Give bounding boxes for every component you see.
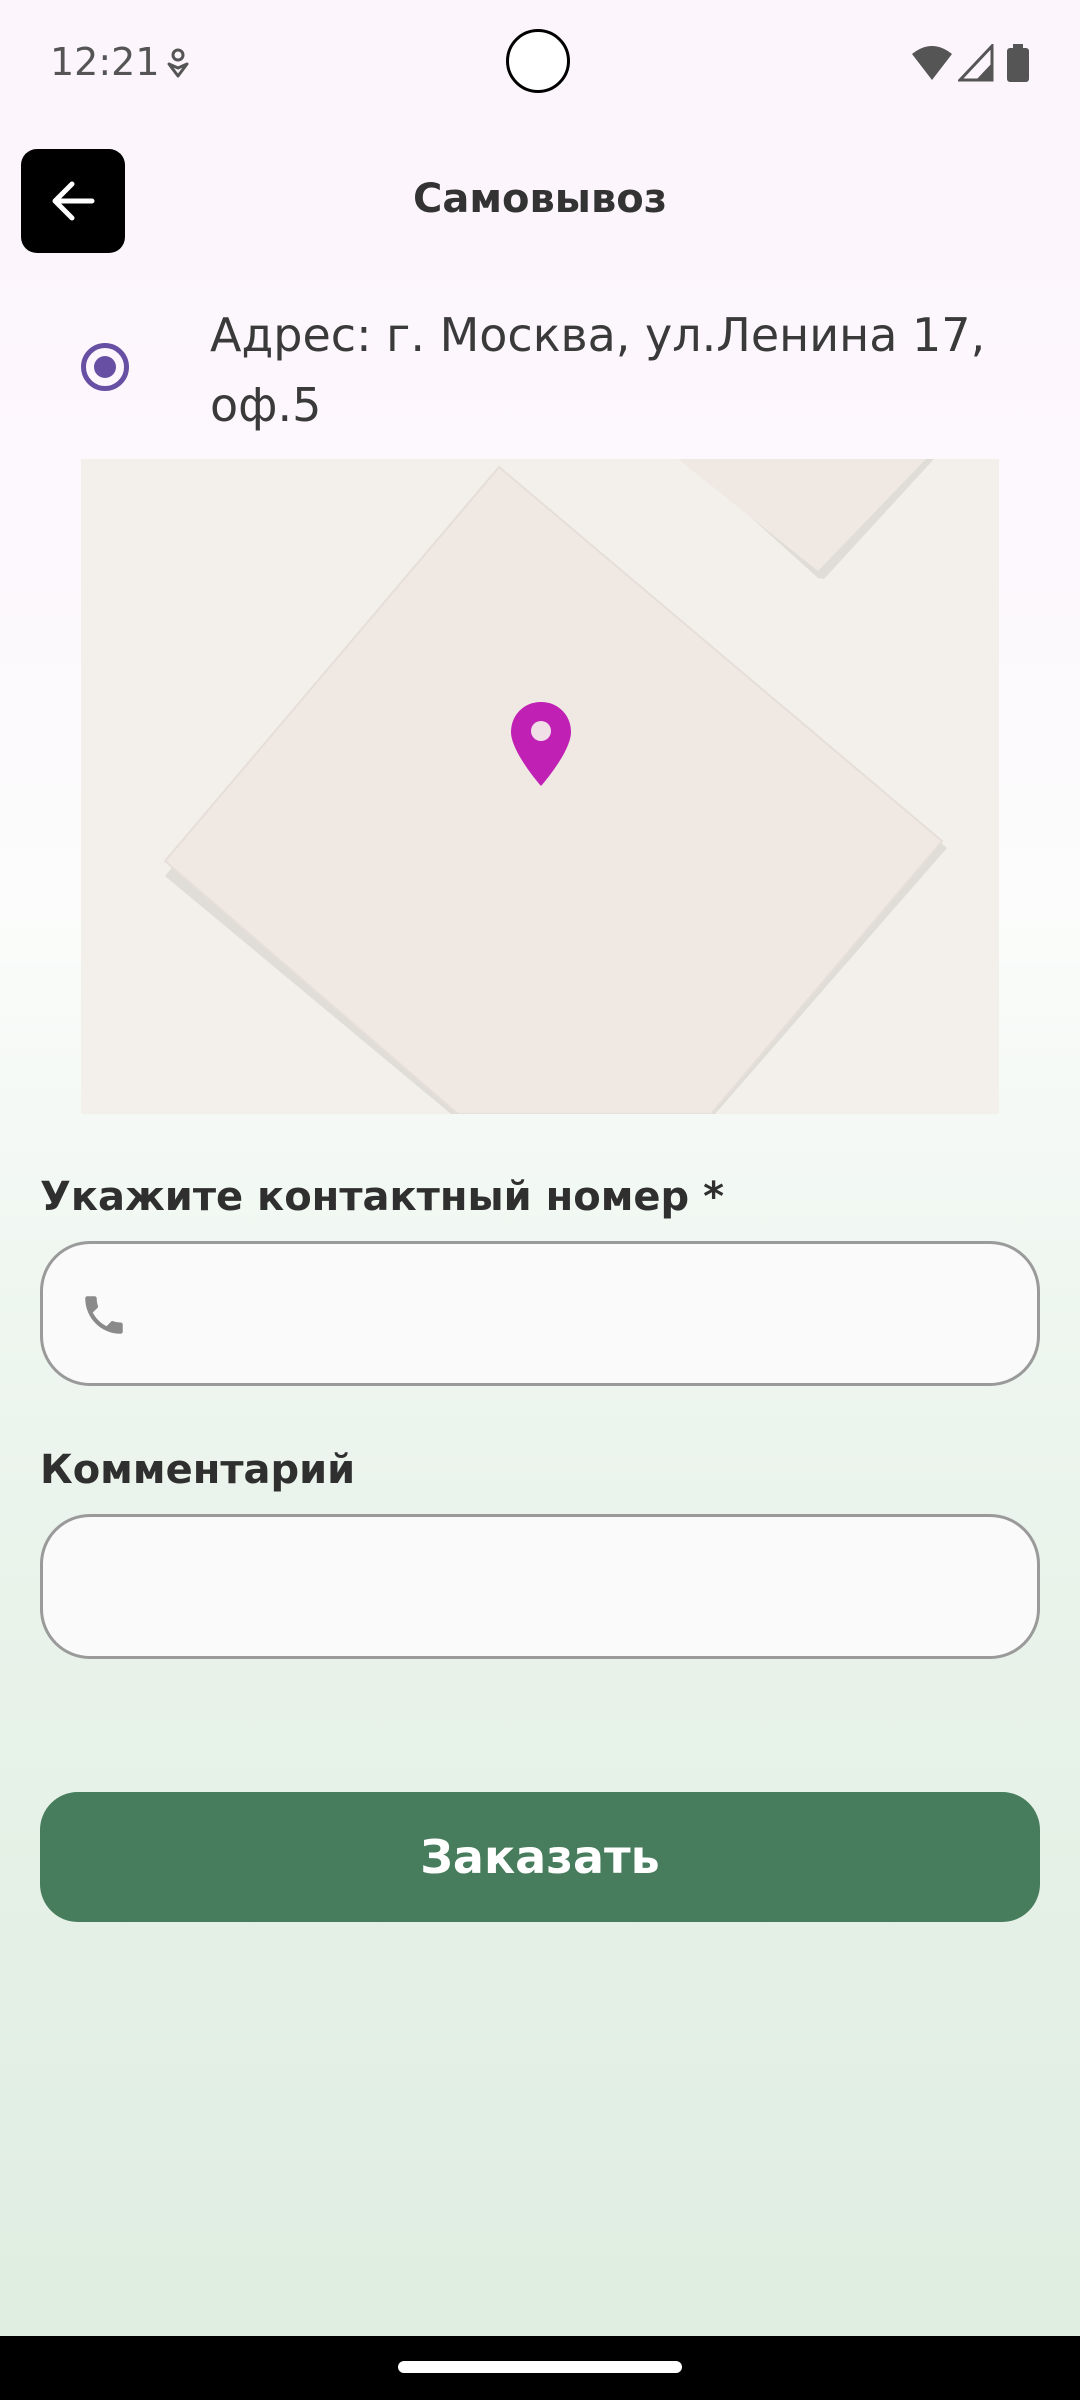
- status-icons: [910, 44, 1040, 84]
- location-pin-icon: [509, 700, 573, 788]
- address-radio-button[interactable]: [81, 343, 129, 391]
- order-button[interactable]: Заказать: [40, 1792, 1040, 1922]
- notification-icon: [165, 48, 191, 78]
- pickup-address-option[interactable]: Адрес: г. Москва, ул.Ленина 17, оф.5: [0, 290, 1080, 440]
- navigation-bar: [0, 2336, 1080, 2400]
- phone-icon: [85, 1296, 123, 1334]
- status-time: 12:21: [50, 40, 160, 84]
- home-indicator[interactable]: [398, 2361, 682, 2373]
- app-bar: Самовывоз: [0, 130, 1080, 276]
- camera-cutout: [506, 29, 570, 93]
- status-bar: 12:21: [0, 0, 1080, 130]
- phone-label: Укажите контактный номер *: [40, 1174, 725, 1220]
- comment-label: Комментарий: [40, 1447, 356, 1493]
- comment-field[interactable]: [40, 1514, 1040, 1659]
- page-title: Самовывоз: [412, 176, 668, 222]
- phone-field[interactable]: [40, 1241, 1040, 1386]
- radio-selected-dot: [94, 356, 116, 378]
- pickup-address-text: Адрес: г. Москва, ул.Ленина 17, оф.5: [210, 308, 986, 432]
- map-view[interactable]: [81, 459, 999, 1114]
